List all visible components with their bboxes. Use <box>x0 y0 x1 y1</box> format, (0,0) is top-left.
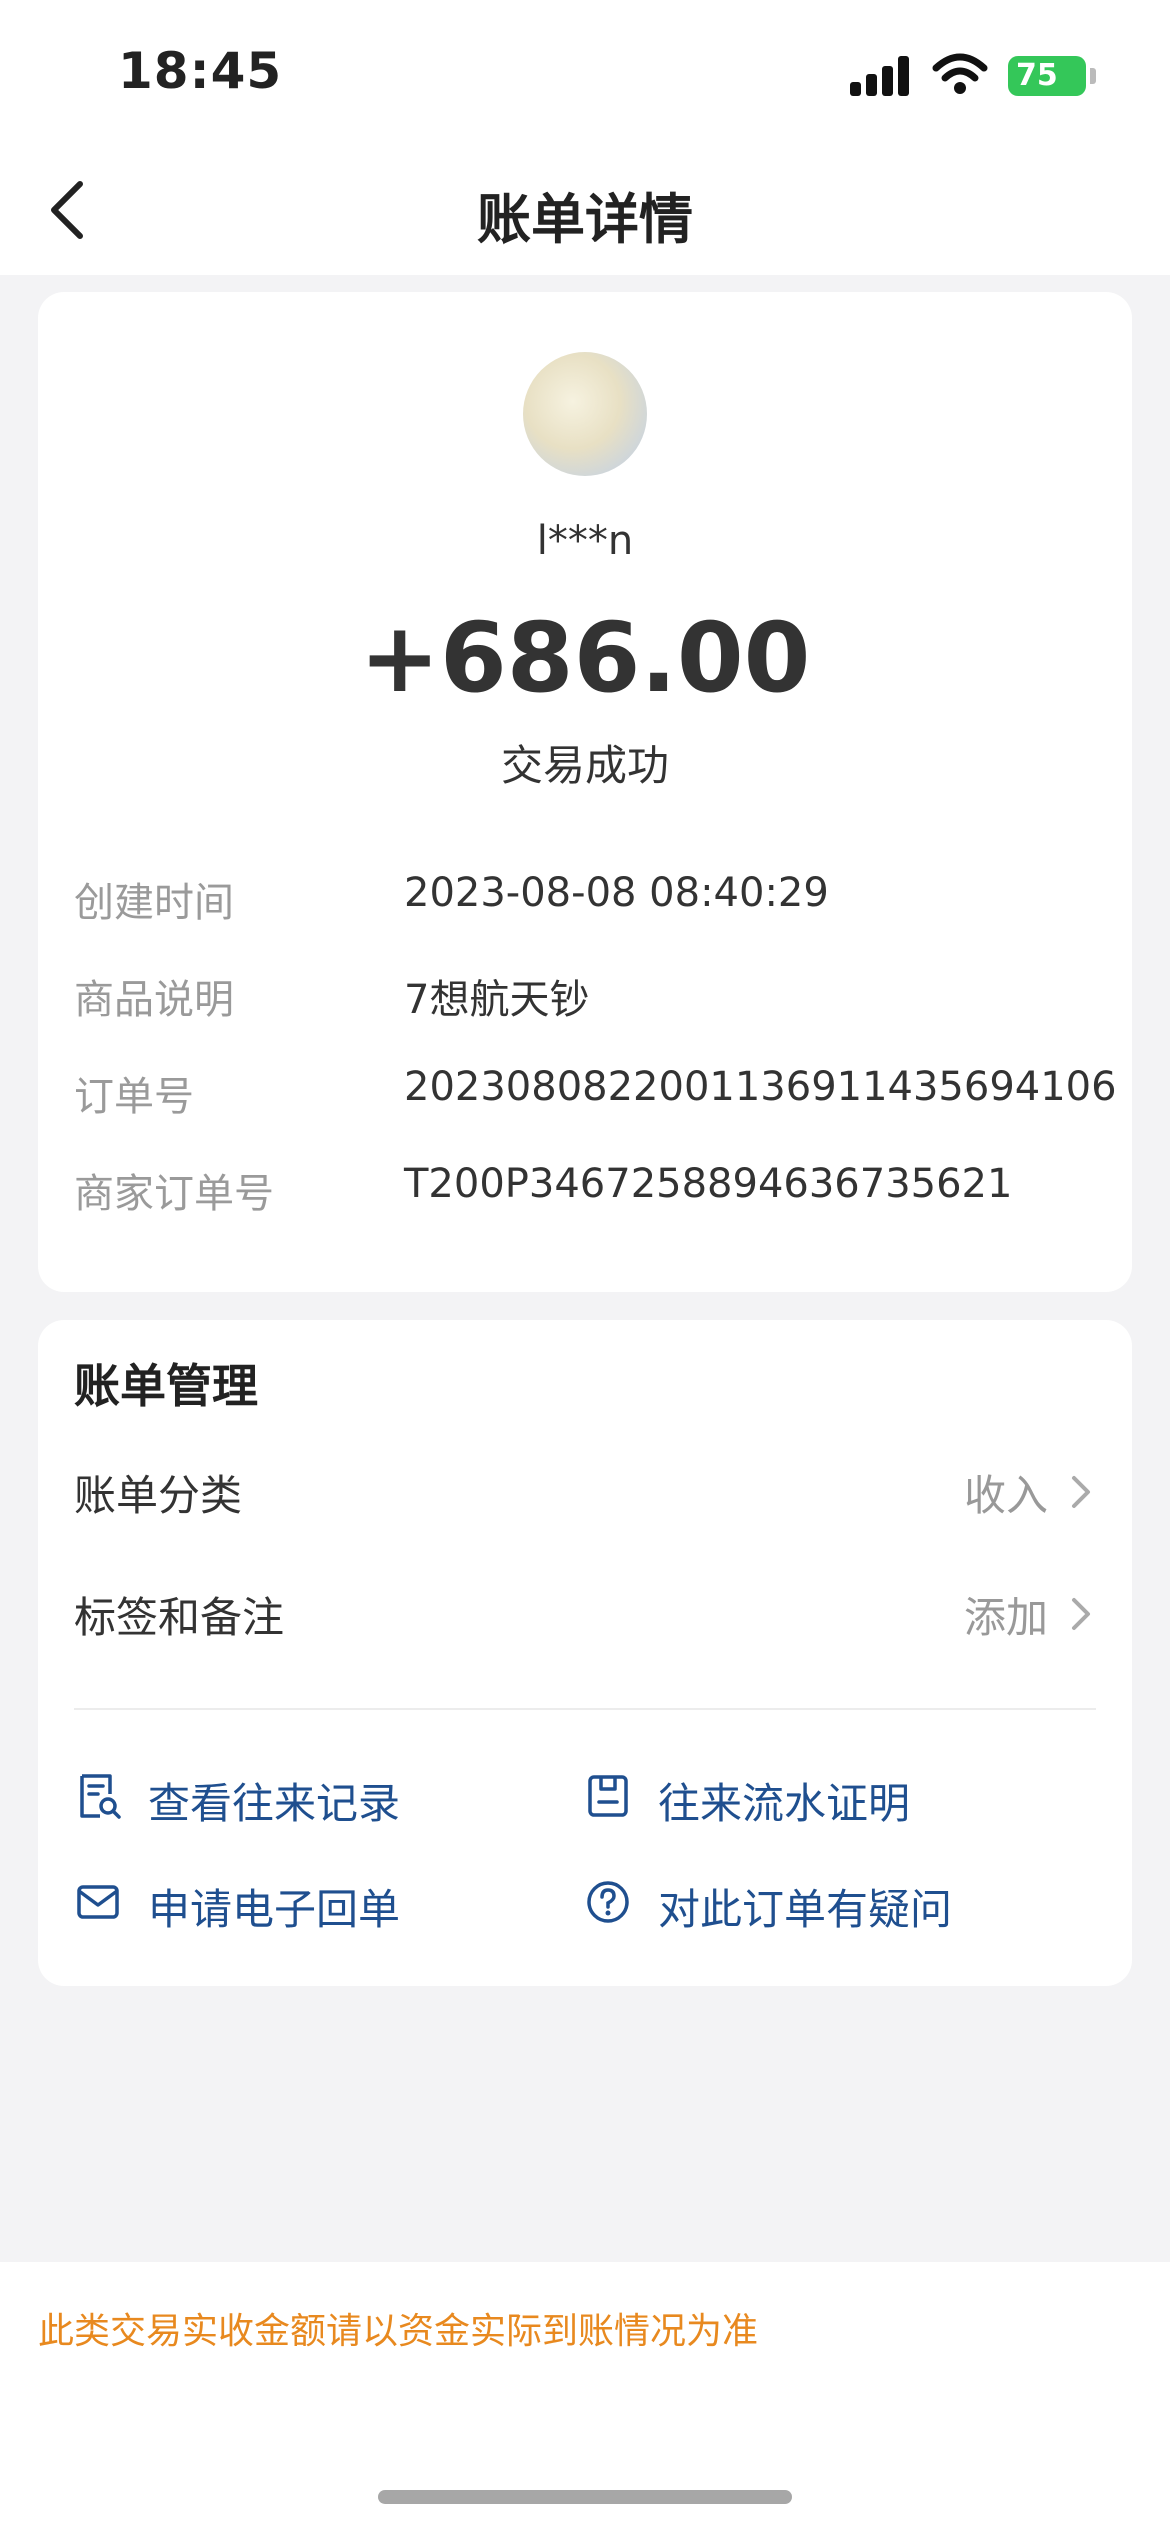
detail-label: 创建时间 <box>74 880 234 926</box>
bill-management-card: 账单管理 账单分类 收入 标签和备注 添加 查看往来记录 往来流水证明 申请电子… <box>38 1320 1132 1986</box>
transaction-statement-proof-link[interactable]: 往来流水证明 <box>584 1760 1044 1830</box>
status-bar: 18:45 75 <box>0 0 1170 150</box>
payee-name: l***n <box>536 518 634 564</box>
detail-value: 7想航天钞 <box>404 977 590 1023</box>
section-title: 账单管理 <box>74 1359 258 1413</box>
detail-label: 商家订单号 <box>74 1171 274 1217</box>
home-indicator[interactable] <box>378 2490 792 2504</box>
row-label: 标签和备注 <box>74 1593 285 1642</box>
envelope-icon <box>77 1885 119 1919</box>
bill-category-row[interactable]: 账单分类 收入 <box>74 1450 1096 1530</box>
battery-tip <box>1090 68 1096 84</box>
detail-value: 2023080822001136911435694106 <box>404 1064 1117 1110</box>
notice-text: 此类交易实收金额请以资金实际到账情况为准 <box>38 2311 759 2352</box>
battery-icon: 75 <box>1008 56 1086 96</box>
divider <box>74 1708 1096 1710</box>
link-label: 申请电子回单 <box>148 1885 401 1934</box>
tags-notes-row[interactable]: 标签和备注 添加 <box>74 1572 1096 1652</box>
chevron-right-icon <box>1072 1598 1090 1630</box>
detail-value: T200P3467258894636735621 <box>404 1161 1013 1207</box>
question-circle-icon <box>587 1881 629 1923</box>
chevron-right-icon <box>1072 1476 1090 1508</box>
detail-label: 订单号 <box>74 1074 194 1120</box>
payee-avatar[interactable] <box>523 352 647 476</box>
wifi-icon <box>932 53 988 94</box>
row-label: 账单分类 <box>74 1471 243 1520</box>
cellular-signal-icon <box>850 56 914 96</box>
document-icon <box>588 1775 628 1817</box>
view-transaction-history-link[interactable]: 查看往来记录 <box>74 1760 514 1830</box>
nav-bar: 账单详情 <box>0 150 1170 275</box>
detail-label: 商品说明 <box>74 977 234 1023</box>
status-time: 18:45 <box>118 42 283 100</box>
detail-value: 2023-08-08 08:40:29 <box>404 870 829 916</box>
link-label: 往来流水证明 <box>658 1779 911 1828</box>
link-label: 查看往来记录 <box>148 1779 401 1828</box>
receipt-search-icon <box>80 1774 121 1819</box>
link-label: 对此订单有疑问 <box>658 1885 953 1934</box>
row-value: 添加 <box>963 1593 1048 1642</box>
transaction-amount: +686.00 <box>359 602 811 714</box>
transaction-card: l***n +686.00 交易成功 创建时间 2023-08-08 08:40… <box>38 292 1132 1292</box>
page-title: 账单详情 <box>477 188 693 251</box>
order-question-link[interactable]: 对此订单有疑问 <box>584 1866 1084 1936</box>
battery-level: 75 <box>1016 58 1058 93</box>
row-value: 收入 <box>963 1471 1048 1520</box>
transaction-status: 交易成功 <box>500 741 669 790</box>
apply-e-receipt-link[interactable]: 申请电子回单 <box>74 1866 514 1936</box>
